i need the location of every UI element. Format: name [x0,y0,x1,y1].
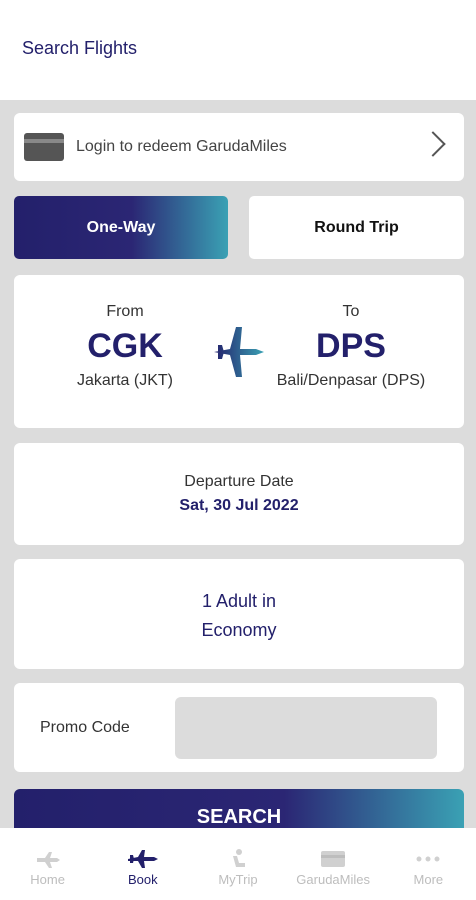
destination-code: DPS [316,327,386,365]
card-icon [286,848,381,870]
page-title: Search Flights [22,38,138,58]
origin-selector[interactable]: From CGK Jakarta (JKT) [35,303,215,390]
nav-garudamiles-label: GarudaMiles [296,872,370,887]
origin-city: Jakarta (JKT) [76,372,173,389]
departure-date-card[interactable]: Departure Date Sat, 30 Jul 2022 [14,443,464,545]
promo-code-input[interactable] [175,697,437,759]
nav-home-label: Home [30,872,65,887]
to-label: To [342,303,360,320]
nav-more-label: More [413,872,444,887]
round-trip-tab[interactable]: Round Trip [249,196,464,259]
login-redeem-label: Login to redeem GarudaMiles [76,138,287,155]
passengers-card[interactable]: 1 Adult in Economy [14,559,464,669]
destination-city: Bali/Denpasar (DPS) [276,372,426,389]
nav-home[interactable]: Home [0,828,95,888]
nav-mytrip-label: MyTrip [218,872,258,887]
passenger-count: 1 Adult in [201,591,277,611]
nav-garudamiles[interactable]: GarudaMiles [286,828,381,888]
plane-icon [212,325,266,379]
login-redeem-card[interactable]: Login to redeem GarudaMiles [14,113,464,181]
credit-card-icon [24,133,64,161]
nav-book-label: Book [127,872,158,887]
departure-date-value: Sat, 30 Jul 2022 [179,497,299,514]
origin-code: CGK [87,327,163,365]
destination-selector[interactable]: To DPS Bali/Denpasar (DPS) [261,303,441,390]
nav-more[interactable]: More [381,828,476,888]
promo-card: Promo Code [14,683,464,772]
chevron-right-icon [420,131,446,157]
passenger-seat-icon [190,848,285,870]
bottom-nav: Home Book MyTrip GarudaMiles More [0,828,476,900]
more-dots-icon [381,848,476,870]
nav-mytrip[interactable]: MyTrip [190,828,285,888]
nav-book[interactable]: Book [95,828,190,888]
route-card: From CGK Jakarta (JKT) To DPS Bali/Denpa… [14,275,464,428]
plane-landing-icon [0,848,95,870]
cabin-class: Economy [201,620,277,640]
departure-date-label: Departure Date [184,473,294,490]
app-header: Search Flights [0,0,476,100]
plane-icon [95,848,190,870]
from-label: From [106,303,144,320]
promo-code-label: Promo Code [40,719,130,736]
one-way-tab[interactable]: One-Way [14,196,228,259]
